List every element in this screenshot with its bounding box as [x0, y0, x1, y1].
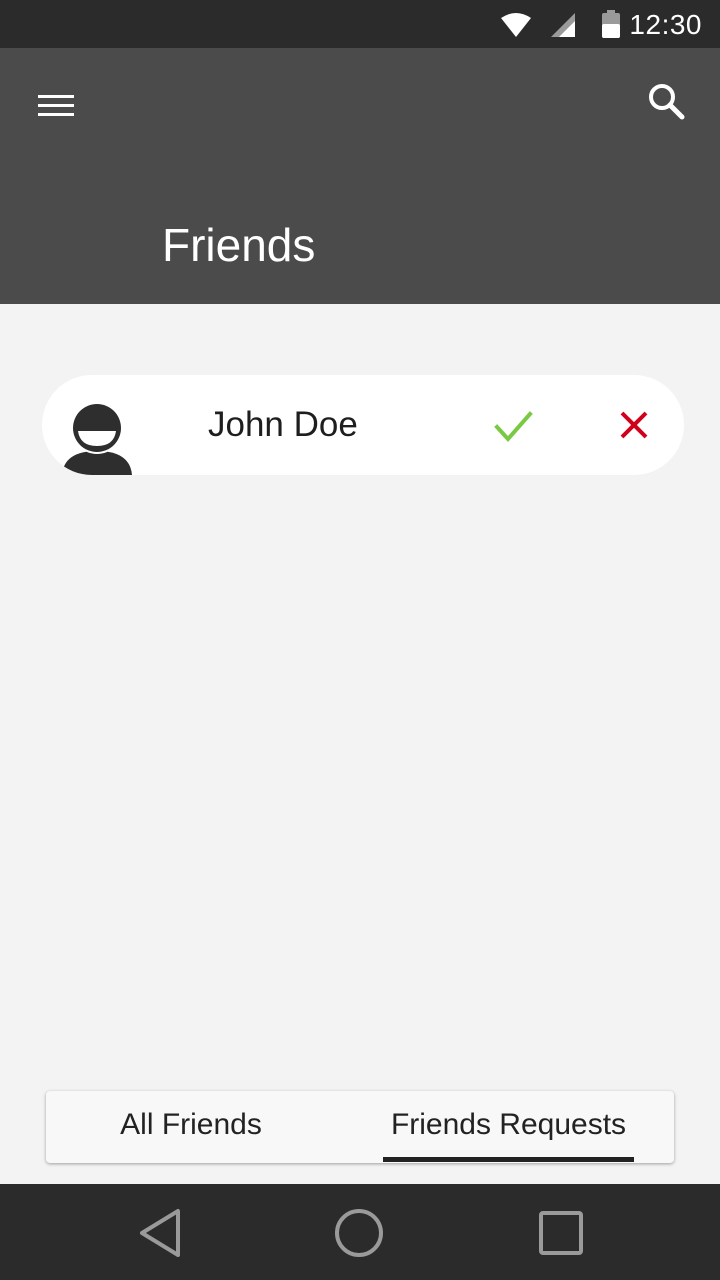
selected-tab-indicator — [383, 1157, 634, 1162]
system-nav-bar — [0, 1184, 720, 1280]
hamburger-menu-icon[interactable] — [24, 78, 88, 132]
page-title: Friends — [162, 219, 316, 271]
cellular-signal-icon — [551, 13, 575, 37]
back-icon[interactable] — [136, 1206, 186, 1260]
status-time: 12:30 — [629, 9, 702, 40]
accept-request-checkmark-icon[interactable] — [490, 403, 536, 449]
friend-request-item: John Doe — [42, 375, 684, 475]
recents-icon[interactable] — [538, 1210, 584, 1256]
app-bar: Friends — [0, 48, 720, 304]
tab-all-friends[interactable]: All Friends — [66, 1091, 316, 1163]
status-bar: 12:30 — [0, 0, 720, 48]
friend-request-name: John Doe — [208, 405, 358, 444]
home-icon[interactable] — [334, 1208, 384, 1258]
person-avatar-icon — [62, 404, 132, 475]
search-icon[interactable] — [636, 72, 696, 132]
friends-tab-bar: All Friends Friends Requests — [46, 1091, 674, 1163]
screen: 12:30 Friends John Doe All Friends Frien… — [0, 0, 720, 1280]
wifi-icon — [501, 13, 531, 37]
battery-icon — [602, 10, 620, 38]
decline-request-close-icon[interactable] — [612, 403, 656, 447]
tab-friends-requests[interactable]: Friends Requests — [383, 1091, 634, 1163]
